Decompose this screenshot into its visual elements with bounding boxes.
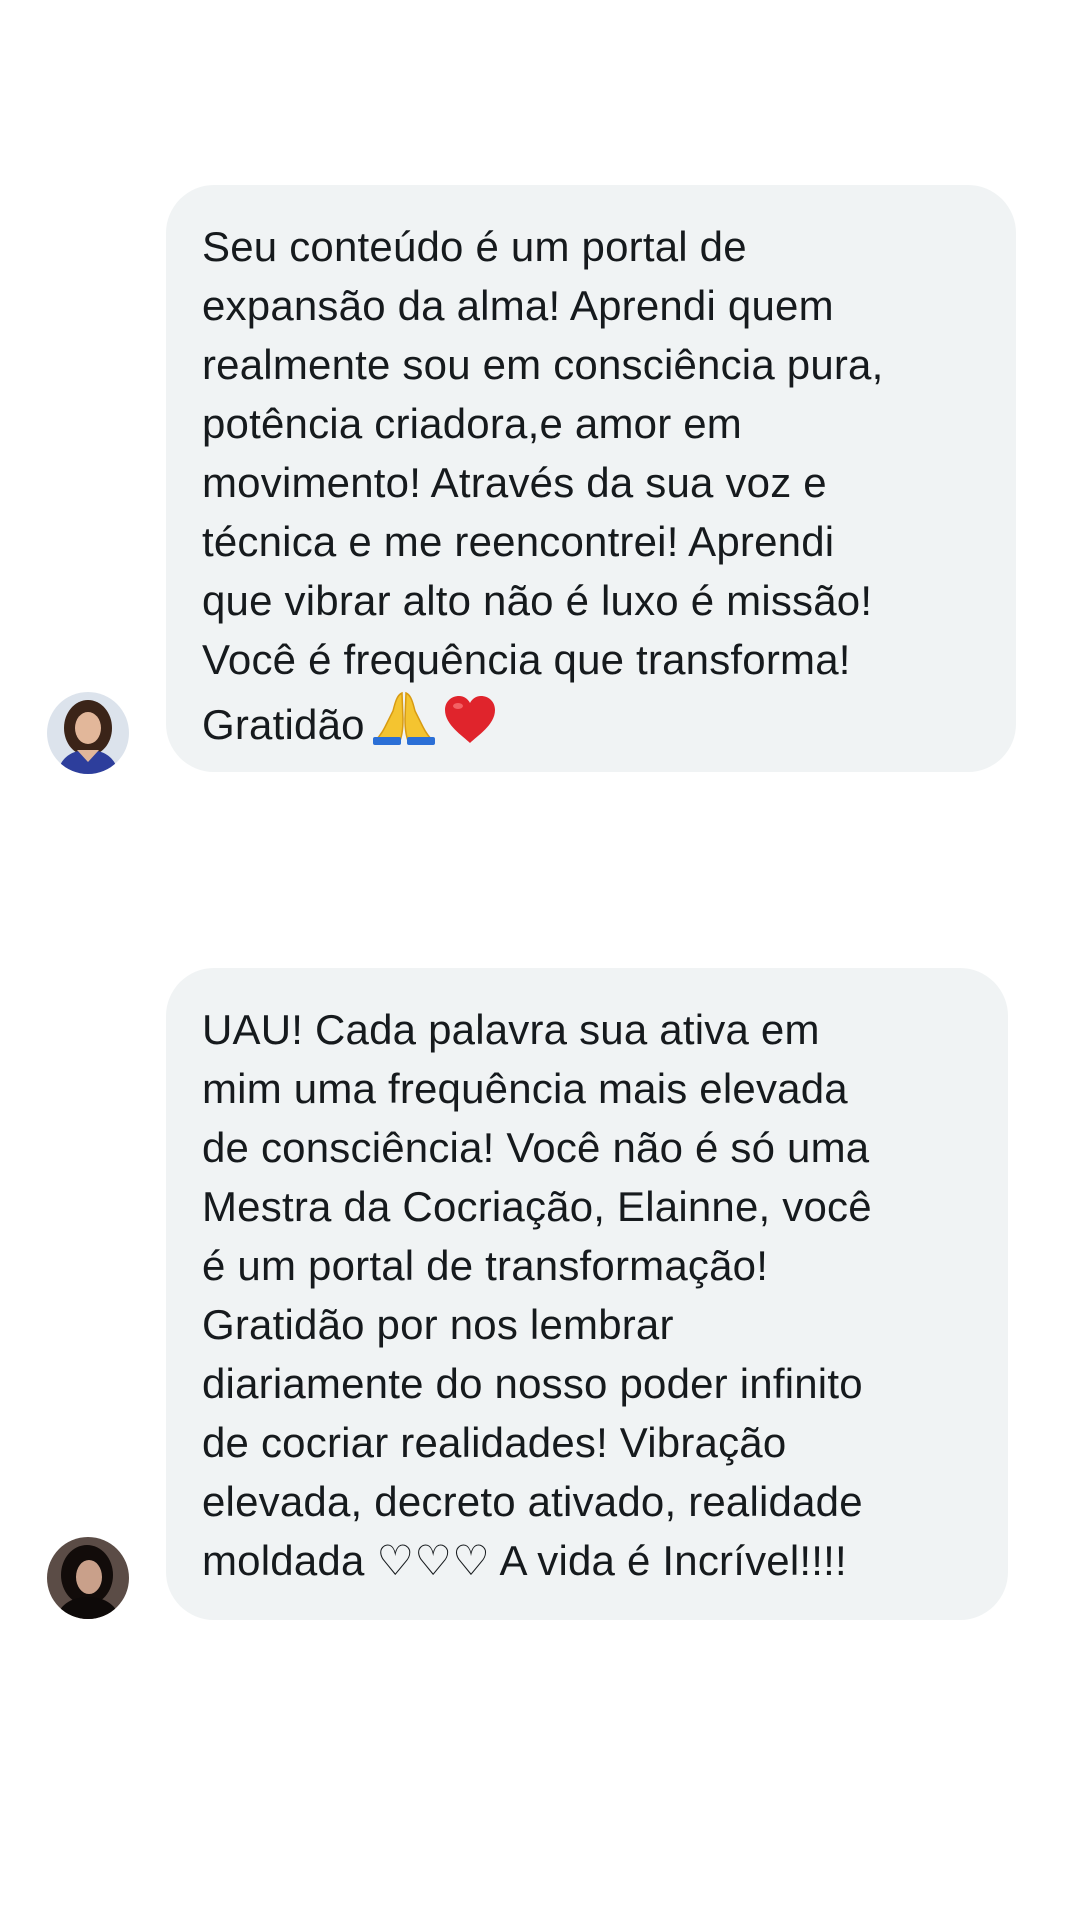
message-text-line: Mestra da Cocriação, Elainne, você [202,1183,872,1230]
message-text-line: movimento! Através da sua voz e [202,459,827,506]
red-heart-emoji-icon [443,695,497,760]
message-text-line: diariamente do nosso poder infinito [202,1360,863,1407]
message-text-line: técnica e me reencontrei! Aprendi [202,518,835,565]
message-bubble[interactable]: Seu conteúdo é um portal de expansão da … [166,185,1016,772]
message-text-line: de consciência! Você não é só uma [202,1124,870,1171]
message-text-line: potência criadora,e amor em [202,400,742,447]
message-text-line: que vibrar alto não é luxo é missão! [202,577,873,624]
message-text-line: expansão da alma! Aprendi quem [202,282,834,329]
message-text-line: mim uma frequência mais elevada [202,1065,848,1112]
message-text-line: moldada ♡♡♡ A vida é Incrível!!!! [202,1537,847,1584]
message-text-line: elevada, decreto ativado, realidade [202,1478,863,1525]
user-avatar[interactable] [47,692,129,774]
message-text-line: Você é frequência que transforma! [202,636,851,683]
user-avatar[interactable] [47,1537,129,1619]
message-text-line: realmente sou em consciência pura, [202,341,884,388]
folded-hands-emoji-icon [372,689,435,760]
message-text-line-last: Gratidão [202,689,980,760]
message-text-line: é um portal de transformação! [202,1242,769,1289]
message-text-line: UAU! Cada palavra sua ativa em [202,1006,820,1053]
message-bubble[interactable]: UAU! Cada palavra sua ativa em mim uma f… [166,968,1008,1620]
message-text-line: de cocriar realidades! Vibração [202,1419,787,1466]
message-text-line: Seu conteúdo é um portal de [202,223,747,270]
message-text-line: Gratidão por nos lembrar [202,1301,674,1348]
message-text-fragment: Gratidão [202,701,365,748]
